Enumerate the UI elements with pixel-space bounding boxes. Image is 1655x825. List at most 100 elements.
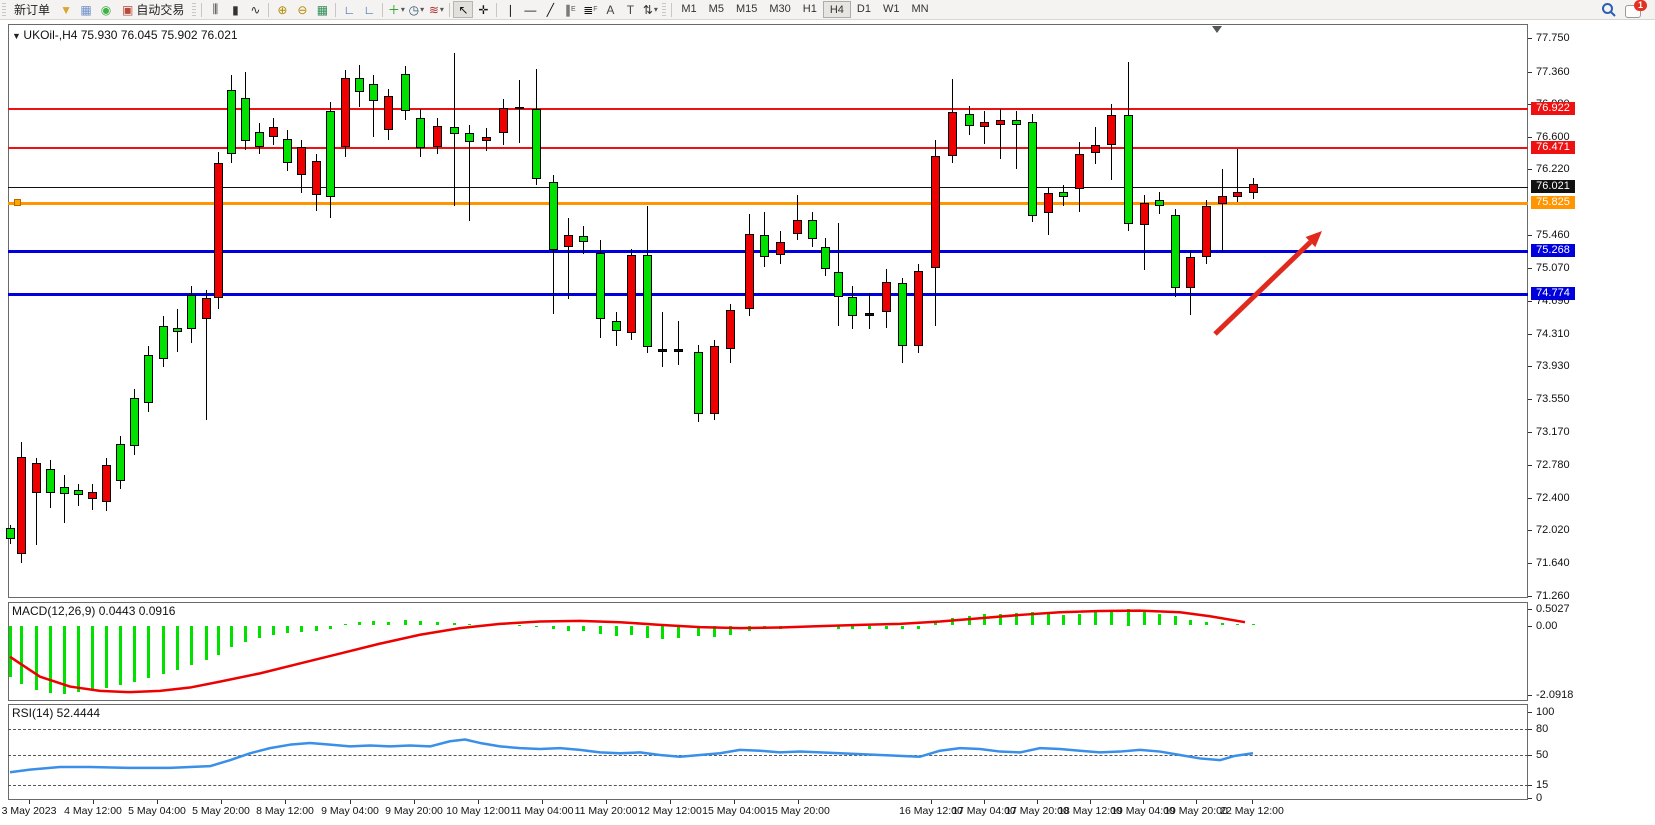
chevron-down-icon[interactable]: ▾ (654, 5, 658, 14)
signals-icon[interactable]: ◉ (96, 1, 116, 18)
timeframe-button-m5[interactable]: M5 (703, 1, 730, 18)
date-label[interactable]: 15 May 20:00 (766, 805, 830, 817)
chevron-down-icon[interactable]: ▾ (401, 5, 405, 14)
price-tick-label: 73.170 (1536, 426, 1570, 438)
price-tick (1528, 169, 1532, 170)
vertical-line-icon[interactable]: ❘ (500, 1, 520, 18)
timeframe-button-w1[interactable]: W1 (877, 1, 906, 18)
autotrading-button[interactable]: ▣自动交易 (116, 1, 190, 18)
date-label[interactable]: 12 May 12:00 (638, 805, 702, 817)
price-tick-label: 75.460 (1536, 229, 1570, 241)
cursor-icon[interactable]: ↖ (453, 1, 473, 18)
arrange-windows-icon[interactable]: ∟ (359, 1, 379, 18)
auto-arrange-icon[interactable]: ∟ (339, 1, 359, 18)
date-label[interactable]: 11 May 20:00 (575, 805, 638, 817)
fibonacci-icon[interactable]: ≣F (580, 1, 600, 18)
macd-histogram-bar (567, 626, 570, 632)
price-tick-label: 73.550 (1536, 393, 1570, 405)
candle-wick (662, 312, 663, 367)
arrows-icon[interactable]: ⇅▾ (640, 1, 660, 18)
text-label-icon[interactable]: T (620, 1, 640, 18)
price-tick-label: 77.750 (1536, 32, 1570, 44)
toolbar-separator (382, 3, 383, 17)
rsi-tick-label: 0 (1536, 792, 1542, 804)
date-label[interactable]: 10 May 12:00 (446, 805, 510, 817)
date-label[interactable]: 22 May 12:00 (1220, 805, 1284, 817)
toolbar-separator (671, 3, 672, 17)
price-tick-label: 75.070 (1536, 262, 1570, 274)
chart-title-row: ▼ UKOil-,H4 75.930 76.045 75.902 76.021 (12, 28, 238, 42)
tile-windows-icon[interactable]: ▦ (312, 1, 332, 18)
search-icon[interactable] (1601, 2, 1617, 18)
timeframe-button-h4[interactable]: H4 (823, 1, 851, 18)
price-tick (1528, 334, 1532, 335)
timeframe-button-h1[interactable]: H1 (797, 1, 823, 18)
toolbar-grip (2, 3, 6, 17)
candle (1218, 196, 1227, 204)
crosshair-icon[interactable]: ✛ (473, 1, 493, 18)
candlestick-chart-icon[interactable]: ▮ (225, 1, 245, 18)
date-label[interactable]: 19 May 20:00 (1164, 805, 1228, 817)
hline-handle[interactable] (14, 199, 21, 206)
candle (948, 112, 957, 156)
timeframe-button-mn[interactable]: MN (905, 1, 934, 18)
rsi-level-80 (8, 729, 1528, 730)
text-icon[interactable]: A (600, 1, 620, 18)
candle-wick (1000, 109, 1001, 159)
macd-histogram-bar (419, 621, 422, 625)
new-order-button[interactable]: 新订单 (8, 1, 56, 18)
main-toolbar: 新订单▼▦◉▣自动交易⫼▮∿⊕⊖▦∟∟＋▾◷▾≋▾↖✛❘—╱∥E≣FAT⇅▾M1… (0, 0, 1655, 20)
price-tick (1528, 38, 1532, 39)
period-icon[interactable]: ◷▾ (406, 1, 426, 18)
date-label[interactable]: 11 May 04:00 (511, 805, 574, 817)
date-label[interactable]: 9 May 20:00 (385, 805, 443, 817)
trendline-icon[interactable]: ╱ (540, 1, 560, 18)
chevron-down-icon[interactable]: ▾ (440, 5, 444, 14)
zoom-in-icon[interactable]: ⊕ (272, 1, 292, 18)
date-label[interactable]: 5 May 20:00 (192, 805, 250, 817)
line-chart-icon[interactable]: ∿ (245, 1, 265, 18)
date-label[interactable]: 9 May 04:00 (321, 805, 379, 817)
timeframe-button-m30[interactable]: M30 (763, 1, 796, 18)
market-watch-icon[interactable]: ▼ (56, 1, 76, 18)
rsi-tick-label: 15 (1536, 779, 1548, 791)
rsi-tick-label: 50 (1536, 749, 1548, 761)
timeframe-button-m15[interactable]: M15 (730, 1, 763, 18)
price-tick (1528, 268, 1532, 269)
rsi-tick (1528, 729, 1532, 730)
hline-75.825[interactable] (8, 202, 1528, 205)
date-tick (798, 800, 799, 804)
indicators-icon[interactable]: ≋▾ (426, 1, 446, 18)
hline-74.774[interactable] (8, 293, 1528, 296)
shift-marker-icon[interactable] (1212, 26, 1222, 33)
macd-histogram-bar (1110, 610, 1113, 625)
macd-histogram-bar (1015, 613, 1018, 626)
candle (1186, 257, 1195, 288)
macd-histogram-bar (824, 626, 827, 628)
chevron-down-icon[interactable]: ▾ (420, 5, 424, 14)
macd-histogram-bar (244, 626, 247, 643)
date-label[interactable]: 5 May 04:00 (128, 805, 186, 817)
macd-histogram-bar (1127, 609, 1130, 626)
chat-icon[interactable]: 1 (1625, 2, 1645, 18)
date-label[interactable]: 3 May 2023 (2, 805, 57, 817)
hline-76.021[interactable] (8, 187, 1528, 188)
macd-histogram-bar (230, 626, 233, 648)
channel-icon[interactable]: ∥E (560, 1, 580, 18)
hline-76.471[interactable] (8, 147, 1528, 149)
hline-76.922[interactable] (8, 108, 1528, 110)
timeframe-button-m1[interactable]: M1 (675, 1, 702, 18)
date-tick (1143, 800, 1144, 804)
horizontal-line-icon[interactable]: — (520, 1, 540, 18)
zoom-out-icon[interactable]: ⊖ (292, 1, 312, 18)
new-chart-icon[interactable]: ＋▾ (386, 1, 406, 18)
date-label[interactable]: 8 May 12:00 (256, 805, 314, 817)
data-window-icon[interactable]: ▦ (76, 1, 96, 18)
timeframe-button-d1[interactable]: D1 (851, 1, 877, 18)
macd-histogram-bar (552, 626, 555, 630)
chart-menu-triangle-icon[interactable]: ▼ (12, 31, 23, 41)
bar-chart-icon[interactable]: ⫼ (205, 1, 225, 18)
date-label[interactable]: 15 May 04:00 (702, 805, 766, 817)
macd-histogram-bar (453, 623, 456, 626)
date-label[interactable]: 4 May 12:00 (64, 805, 122, 817)
